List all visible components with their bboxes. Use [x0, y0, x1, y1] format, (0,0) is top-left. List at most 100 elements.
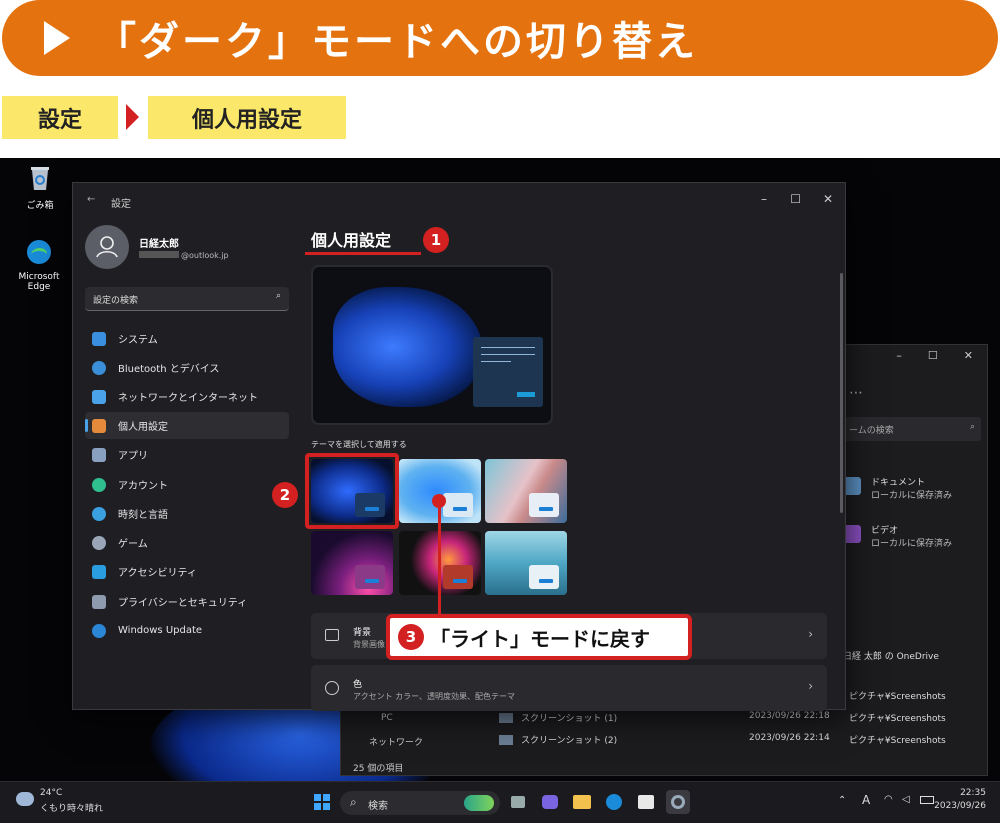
row-date: 2023/09/26 22:18 [749, 711, 830, 721]
callout-number-2: 2 [272, 482, 298, 508]
user-email: @outlook.jp [139, 251, 229, 260]
edge-button[interactable] [602, 790, 626, 814]
explorer-close-button[interactable]: ✕ [964, 349, 973, 362]
sidebar-item-network[interactable]: ネットワークとインターネット [85, 383, 289, 410]
sidebar-item-label: アカウント [118, 481, 168, 492]
theme-sunrise[interactable] [485, 531, 567, 595]
volume-icon[interactable]: ◁ [902, 794, 910, 805]
sidebar-item-gaming[interactable]: ゲーム [85, 529, 289, 556]
explorer-minimize-button[interactable]: – [896, 349, 902, 362]
tree-pc[interactable]: PC [381, 713, 393, 723]
clock-date[interactable]: 2023/09/26 [934, 801, 986, 811]
chat-button[interactable] [538, 790, 562, 814]
documents-label: ドキュメント [871, 478, 926, 488]
row-name: スクリーンショット (1) [521, 714, 618, 724]
weather-status: くもり時々晴れ [40, 804, 104, 814]
sidebar-item-privacy[interactable]: プライバシーとセキュリティ [85, 588, 289, 615]
edge-icon [606, 794, 622, 810]
card-subtitle: アクセント カラー、透明度効果、配色テーマ [353, 692, 516, 701]
explorer-search-input[interactable]: ームの検索 ⌕ [841, 417, 981, 441]
folder-icon [573, 795, 591, 809]
edge-icon [27, 240, 51, 264]
apps-icon [92, 447, 106, 462]
table-row[interactable]: スクリーンショット (2) 2023/09/26 22:14 ピクチャ¥Scre… [459, 733, 979, 755]
update-icon [92, 623, 106, 638]
desktop: ごみ箱 Microsoft Edge – ☐ ✕ ⋯ ームの検索 ⌕ ドキュメン… [0, 158, 1000, 823]
sidebar-item-apps[interactable]: アプリ [85, 441, 289, 468]
sidebar-item-label: ネットワークとインターネット [118, 393, 258, 404]
minimize-button[interactable]: – [761, 192, 767, 206]
edge-label: Microsoft Edge [18, 272, 60, 292]
search-icon: ⌕ [350, 795, 357, 809]
callout-number-1: 1 [423, 227, 449, 253]
avatar[interactable] [85, 225, 129, 269]
card-title: 背景 [353, 628, 372, 638]
sidebar-item-personalization[interactable]: 個人用設定 [85, 412, 289, 439]
edge-shortcut[interactable]: Microsoft Edge [7, 238, 71, 292]
quick-access-documents[interactable]: ドキュメント ローカルに保存済み [843, 475, 953, 501]
quick-access-videos[interactable]: ビデオ ローカルに保存済み [843, 523, 953, 549]
breadcrumb-settings: 設定 [2, 96, 118, 139]
close-button[interactable]: ✕ [823, 192, 833, 206]
weather-temp: 24°C [40, 788, 63, 798]
sidebar-item-time-language[interactable]: 時刻と言語 [85, 500, 289, 527]
theme-section-label: テーマを選択して適用する [311, 440, 407, 449]
settings-search-input[interactable]: 設定の検索 ⌕ [85, 287, 289, 311]
active-indicator [85, 419, 88, 432]
search-highlight-icon [464, 795, 494, 811]
bloom-graphic [333, 287, 483, 407]
settings-scrollbar[interactable] [840, 273, 843, 513]
file-explorer-button[interactable] [570, 790, 594, 814]
sidebar-item-accounts[interactable]: アカウント [85, 471, 289, 498]
page: 「ダーク」モードへの切り替え 設定 個人用設定 ごみ箱 Microsoft Ed… [0, 0, 1000, 823]
ime-indicator[interactable]: A [862, 793, 870, 807]
table-row[interactable]: スクリーンショット (1) 2023/09/26 22:18 ピクチャ¥Scre… [459, 711, 979, 733]
row-path: ピクチャ¥Screenshots [849, 692, 946, 702]
battery-icon[interactable] [920, 796, 934, 804]
shield-icon [92, 594, 106, 609]
videos-status: ローカルに保存済み [871, 539, 953, 549]
tree-network[interactable]: ネットワーク [369, 735, 423, 748]
settings-button[interactable] [666, 790, 690, 814]
sidebar-item-accessibility[interactable]: アクセシビリティ [85, 558, 289, 585]
wifi-icon[interactable]: ◠ [884, 794, 893, 805]
explorer-more-icon[interactable]: ⋯ [849, 385, 863, 401]
theme-captured-motion[interactable] [311, 531, 393, 595]
row-path: ピクチャ¥Screenshots [849, 714, 946, 724]
user-icon [96, 236, 118, 258]
search-icon: ⌕ [275, 291, 281, 301]
windows-logo-icon [314, 794, 330, 810]
taskbar-search[interactable]: ⌕ 検索 [340, 791, 500, 815]
recycle-bin-shortcut[interactable]: ごみ箱 [8, 164, 72, 211]
row-path: ピクチャ¥Screenshots [849, 736, 946, 746]
task-view-button[interactable] [506, 790, 530, 814]
documents-status: ローカルに保存済み [871, 491, 953, 501]
maximize-button[interactable]: ☐ [790, 192, 801, 206]
chevron-up-icon[interactable]: ⌃ [838, 795, 846, 806]
colors-card[interactable]: 色 アクセント カラー、透明度効果、配色テーマ › [311, 665, 827, 711]
task-view-icon [511, 796, 525, 808]
explorer-item-count: 25 個の項目 [353, 764, 404, 774]
settings-search-text: 設定の検索 [93, 296, 139, 306]
theme-glow[interactable] [485, 459, 567, 523]
wifi-icon [92, 389, 106, 404]
back-arrow-icon[interactable]: ← [87, 194, 95, 205]
start-button[interactable] [310, 790, 334, 814]
person-icon [92, 477, 106, 492]
clock-time[interactable]: 22:35 [960, 788, 986, 798]
sidebar-item-system[interactable]: システム [85, 325, 289, 352]
onedrive-label[interactable]: 日経 太郎 の OneDrive [843, 649, 939, 662]
taskbar-search-label: 検索 [368, 801, 388, 812]
sidebar-item-label: アクセシビリティ [118, 568, 197, 579]
sidebar-item-windows-update[interactable]: Windows Update [85, 617, 289, 644]
chat-icon [542, 795, 558, 809]
card-title: 色 [353, 680, 363, 690]
image-file-icon [499, 713, 513, 723]
store-button[interactable] [634, 790, 658, 814]
recycle-bin-label: ごみ箱 [26, 201, 54, 211]
sidebar-item-bluetooth[interactable]: Bluetooth とデバイス [85, 354, 289, 381]
callout-dot [432, 494, 446, 508]
sidebar-item-label: アプリ [118, 451, 148, 462]
explorer-maximize-button[interactable]: ☐ [928, 349, 938, 362]
theme-preview [311, 265, 553, 425]
